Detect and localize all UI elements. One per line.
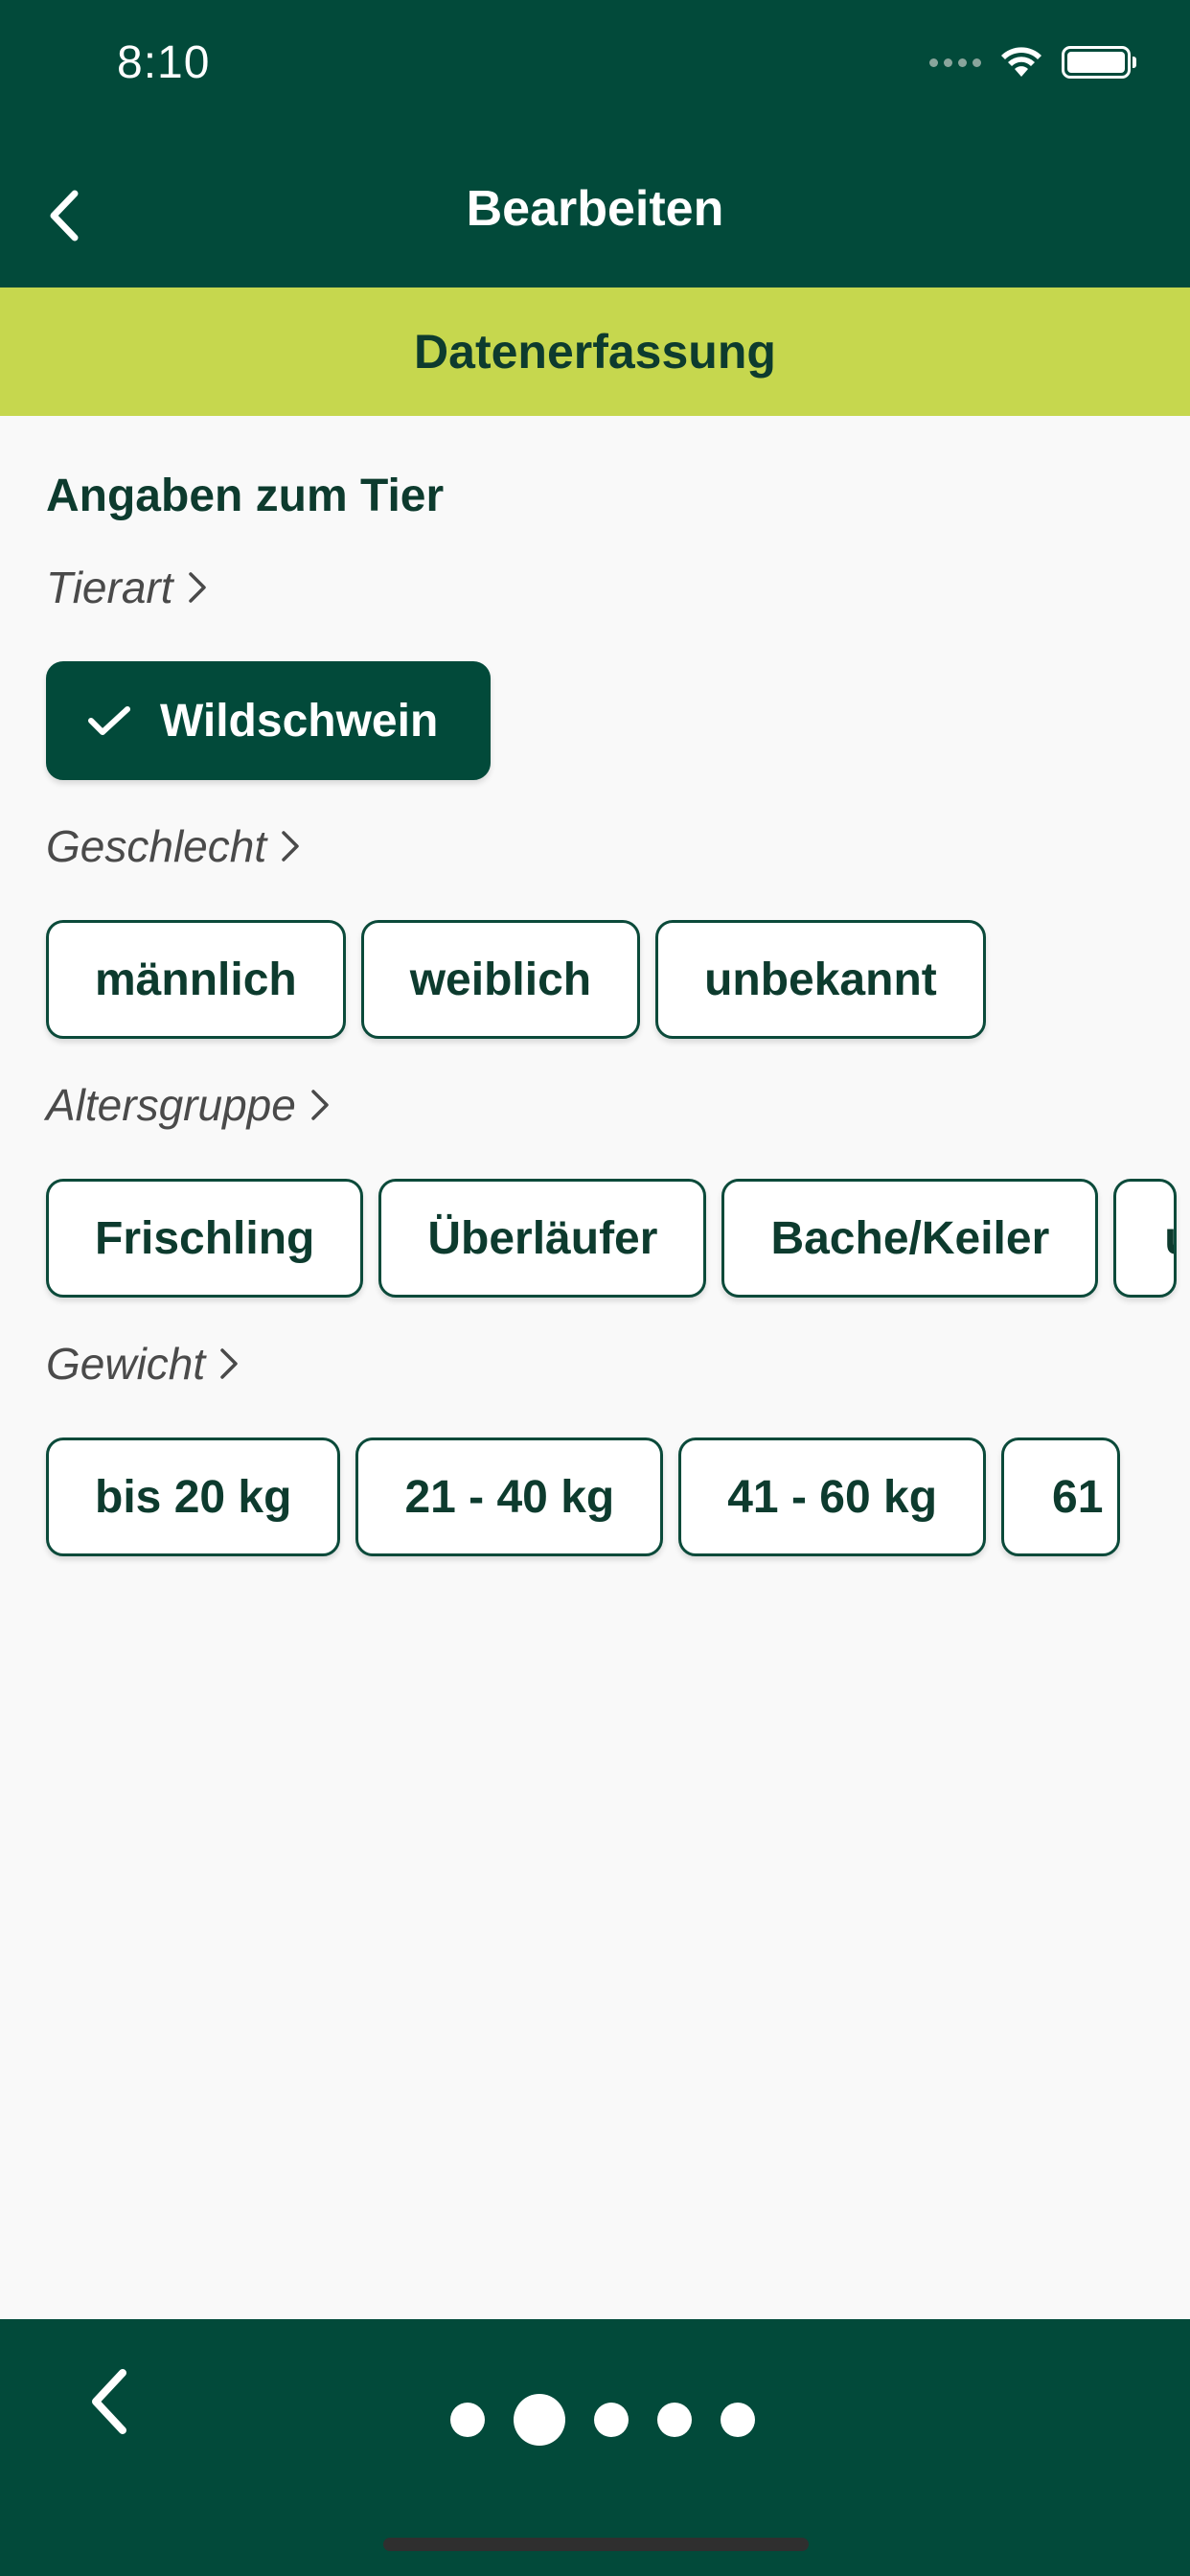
chip-row-geschlecht: männlich weiblich unbekannt <box>46 920 986 1039</box>
chevron-right-icon <box>220 1348 238 1379</box>
chip-maennlich[interactable]: männlich <box>46 920 346 1039</box>
page-title: Bearbeiten <box>466 181 724 237</box>
chip-frischling[interactable]: Frischling <box>46 1179 364 1298</box>
field-label-text: Gewicht <box>46 1339 206 1389</box>
page-dot-3[interactable] <box>594 2403 629 2437</box>
battery-icon <box>1062 46 1136 79</box>
section-banner-title: Datenerfassung <box>414 325 776 379</box>
chip-partial-altersgruppe[interactable]: u <box>1113 1179 1178 1298</box>
chip-21-40-kg[interactable]: 21 - 40 kg <box>355 1438 664 1556</box>
chip-weiblich[interactable]: weiblich <box>360 920 641 1039</box>
field-label-altersgruppe[interactable]: Altersgruppe <box>46 1079 331 1131</box>
chevron-right-icon <box>311 1090 329 1120</box>
status-time: 8:10 <box>117 37 211 88</box>
bottom-bar <box>0 2319 1190 2576</box>
field-label-tierart[interactable]: Tierart <box>46 562 208 613</box>
chip-bache-keiler[interactable]: Bache/Keiler <box>721 1179 1099 1298</box>
previous-step-button[interactable] <box>82 2363 140 2440</box>
cellular-signal-icon <box>929 58 981 67</box>
chip-partial-gewicht[interactable]: 61 - 8 <box>1001 1438 1121 1556</box>
chevron-left-icon <box>92 2369 126 2434</box>
section-banner: Datenerfassung <box>0 288 1190 416</box>
chip-label: Wildschwein <box>160 695 439 747</box>
chip-row-gewicht: bis 20 kg 21 - 40 kg 41 - 60 kg 61 - 8 <box>46 1438 1121 1556</box>
status-bar: 8:10 <box>0 0 1190 144</box>
field-label-text: Altersgruppe <box>46 1080 296 1130</box>
form-heading: Angaben zum Tier <box>46 471 445 521</box>
page-dot-5[interactable] <box>721 2403 755 2437</box>
chip-41-60-kg[interactable]: 41 - 60 kg <box>678 1438 987 1556</box>
page-indicator <box>450 2394 755 2446</box>
chevron-right-icon <box>188 572 206 603</box>
chip-row-tierart: Wildschwein <box>46 661 492 780</box>
chip-unbekannt[interactable]: unbekannt <box>655 920 986 1039</box>
checkmark-icon <box>88 706 130 735</box>
page-dot-2-active[interactable] <box>514 2394 565 2446</box>
chip-ueberlaeufer[interactable]: Überläufer <box>378 1179 707 1298</box>
chip-row-altersgruppe: Frischling Überläufer Bache/Keiler u <box>46 1179 1178 1298</box>
page-dot-1[interactable] <box>450 2403 485 2437</box>
field-label-text: Geschlecht <box>46 821 267 871</box>
status-icons <box>929 46 1136 79</box>
nav-bar: Bearbeiten <box>0 144 1190 288</box>
home-indicator <box>383 2538 809 2551</box>
field-label-geschlecht[interactable]: Geschlecht <box>46 820 301 872</box>
chip-bis-20-kg[interactable]: bis 20 kg <box>46 1438 341 1556</box>
field-label-text: Tierart <box>46 563 173 612</box>
page-dot-4[interactable] <box>657 2403 692 2437</box>
field-label-gewicht[interactable]: Gewicht <box>46 1338 240 1390</box>
chevron-right-icon <box>282 831 299 862</box>
wifi-icon <box>1001 47 1041 77</box>
chip-wildschwein[interactable]: Wildschwein <box>46 661 492 780</box>
